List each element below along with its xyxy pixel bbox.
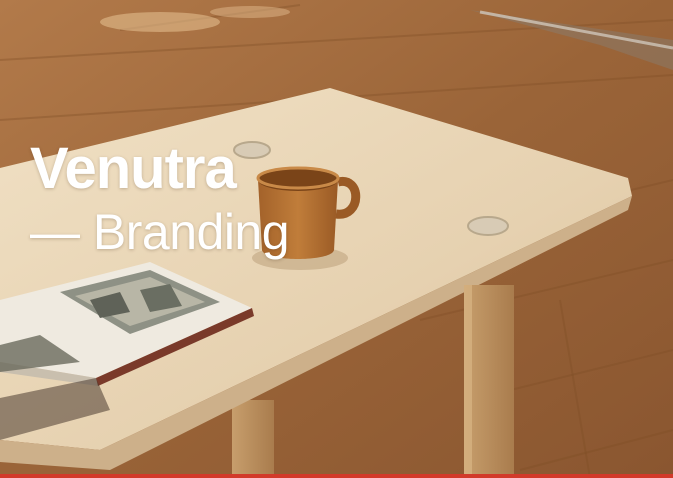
table-leg-back: [232, 400, 274, 478]
project-card[interactable]: Venutra — Branding: [0, 0, 673, 478]
title-block: Venutra — Branding: [30, 138, 290, 261]
project-title[interactable]: Venutra: [30, 138, 289, 200]
project-subtitle: — Branding: [30, 204, 290, 260]
accent-bar: [0, 474, 673, 478]
table-plug: [467, 216, 509, 236]
